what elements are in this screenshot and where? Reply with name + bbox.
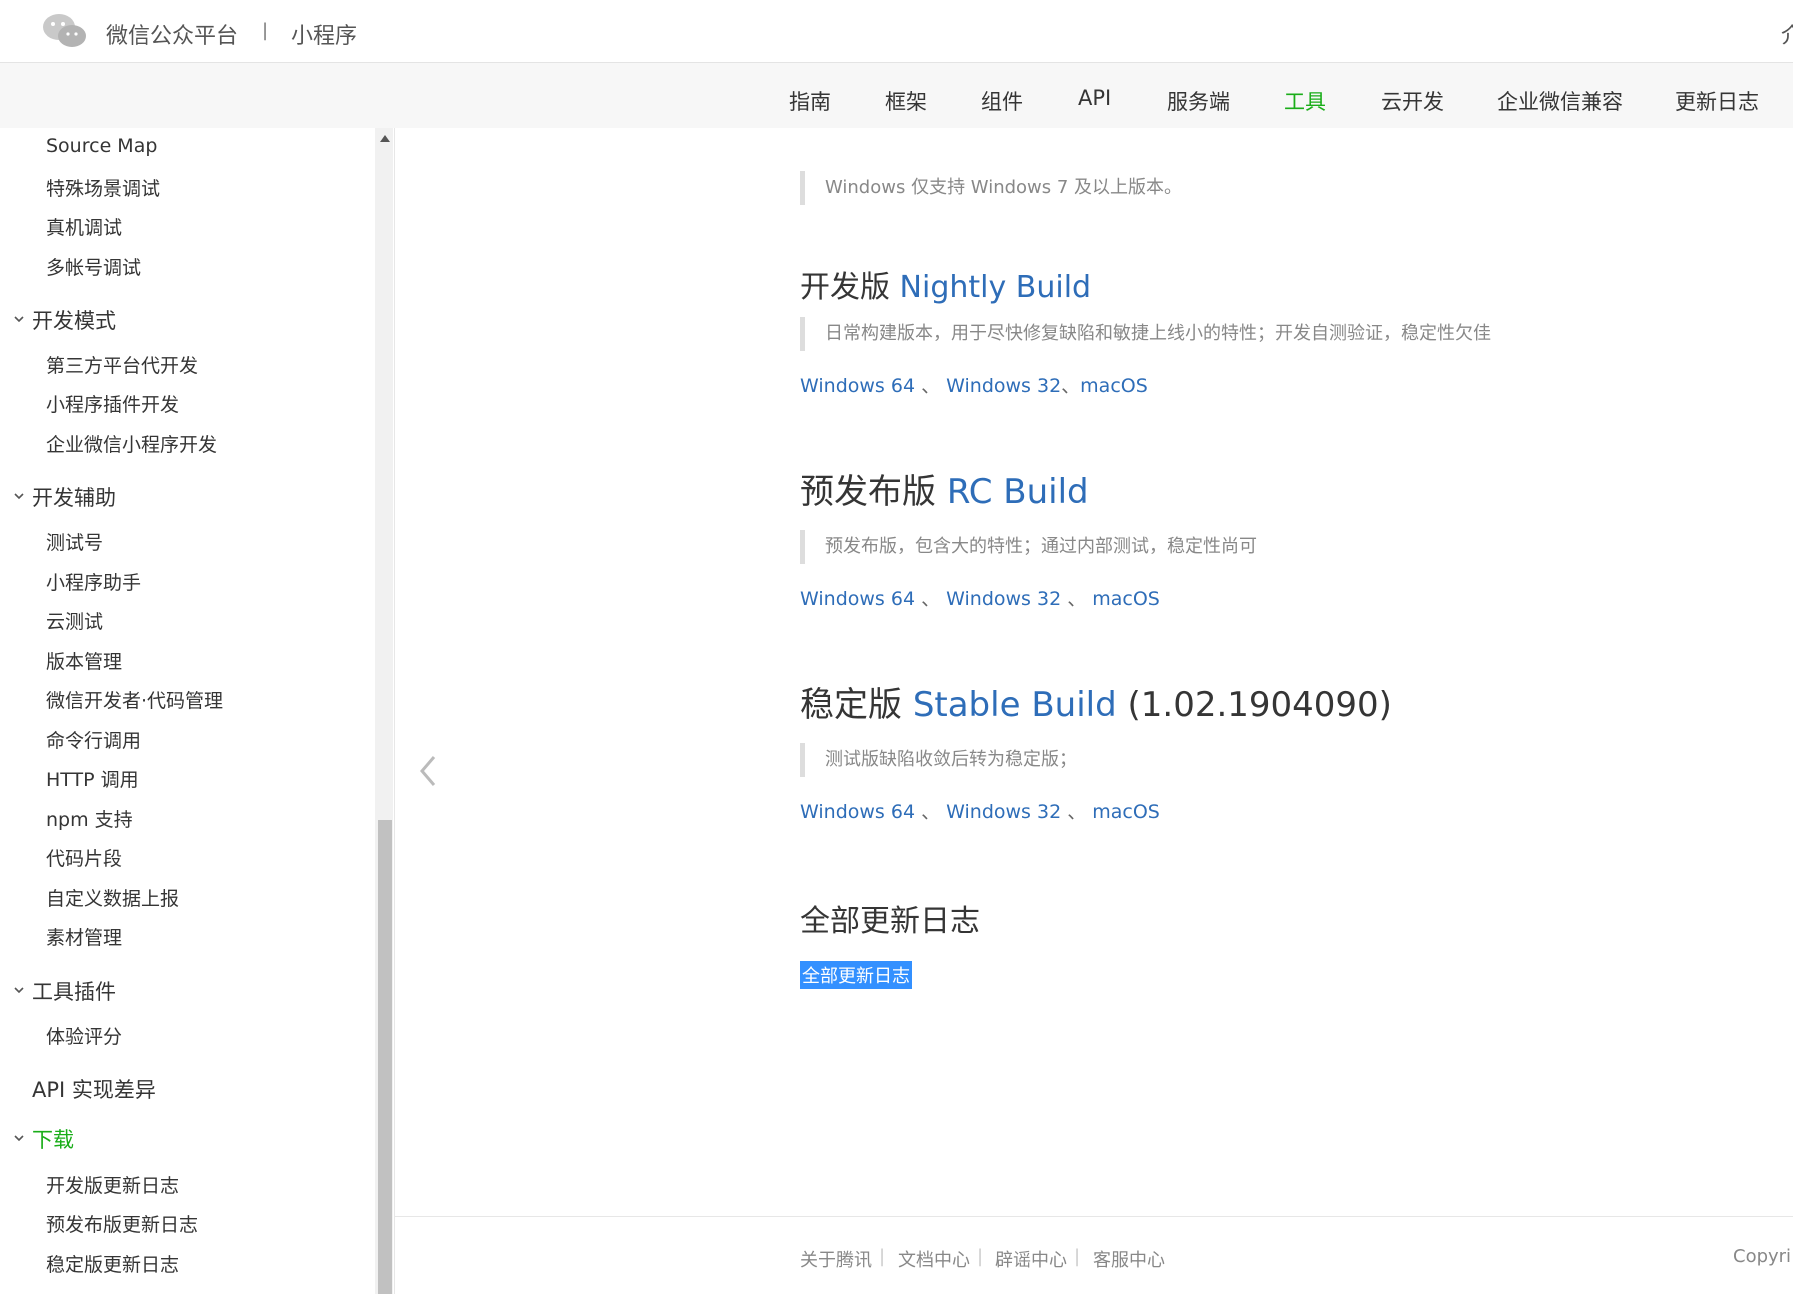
wechat-logo-icon[interactable] xyxy=(42,12,88,50)
nav-wecom-compat[interactable]: 企业微信兼容 xyxy=(1497,86,1623,116)
nav-server[interactable]: 服务端 xyxy=(1167,86,1230,116)
sidebar-group-tool-plugins[interactable]: 工具插件 xyxy=(32,976,116,1006)
sidebar-divider xyxy=(394,128,395,1294)
chevron-down-icon[interactable] xyxy=(12,312,26,326)
prev-page-arrow-icon[interactable] xyxy=(416,753,440,789)
sidebar-group-dev-assist[interactable]: 开发辅助 xyxy=(32,482,116,512)
link-separator: 、 xyxy=(915,588,947,610)
sidebar-item-source-map[interactable]: Source Map xyxy=(46,135,157,157)
top-header: 微信公众平台 | 小程序 介 xyxy=(0,0,1793,63)
stable-version: (1.02.1904090) xyxy=(1127,685,1392,725)
sidebar-item-cli[interactable]: 命令行调用 xyxy=(46,726,141,753)
nightly-win32-link[interactable]: Windows 32 xyxy=(946,375,1061,397)
nightly-win64-link[interactable]: Windows 64 xyxy=(800,375,915,397)
sidebar-item-test-account[interactable]: 测试号 xyxy=(46,528,103,555)
brand-title[interactable]: 微信公众平台 xyxy=(106,18,238,50)
sidebar-item-special-debug[interactable]: 特殊场景调试 xyxy=(46,174,160,201)
stable-heading: 稳定版 Stable Build (1.02.1904090) xyxy=(800,677,1392,726)
nav-guide[interactable]: 指南 xyxy=(789,86,831,116)
rc-heading-cn: 预发布版 xyxy=(800,472,936,512)
link-separator: 、 xyxy=(1061,801,1093,823)
footer-service-center[interactable]: 客服中心 xyxy=(1093,1246,1165,1272)
stable-win64-link[interactable]: Windows 64 xyxy=(800,801,915,823)
sidebar-group-download[interactable]: 下载 xyxy=(32,1124,74,1154)
stable-desc: 测试版缺陷收敛后转为稳定版； xyxy=(800,743,1077,777)
rc-desc: 预发布版，包含大的特性；通过内部测试，稳定性尚可 xyxy=(800,530,1257,564)
sidebar-item-custom-report[interactable]: 自定义数据上报 xyxy=(46,884,179,911)
nightly-heading: 开发版 Nightly Build xyxy=(800,262,1091,306)
sidebar-item-device-debug[interactable]: 真机调试 xyxy=(46,213,122,240)
nav-framework[interactable]: 框架 xyxy=(885,86,927,116)
sidebar-item-stable-log[interactable]: 稳定版更新日志 xyxy=(46,1250,179,1277)
nav-cloud-dev[interactable]: 云开发 xyxy=(1381,86,1444,116)
nav-api[interactable]: API xyxy=(1078,86,1111,110)
sidebar-item-http-call[interactable]: HTTP 调用 xyxy=(46,765,139,792)
footer-copyright: Copyri xyxy=(1733,1246,1792,1267)
sidebar-item-rc-log[interactable]: 预发布版更新日志 xyxy=(46,1210,198,1237)
link-separator: 、 xyxy=(915,375,947,397)
sidebar-item-version-mgmt[interactable]: 版本管理 xyxy=(46,647,122,674)
nightly-heading-cn: 开发版 xyxy=(800,270,890,305)
rc-macos-link[interactable]: macOS xyxy=(1092,588,1160,610)
rc-win64-link[interactable]: Windows 64 xyxy=(800,588,915,610)
footer-divider xyxy=(395,1216,1793,1217)
all-log-link-selected[interactable]: 全部更新日志 xyxy=(800,961,912,989)
nightly-download-links: Windows 64 、 Windows 32、macOS xyxy=(800,371,1148,398)
sidebar-item-experience-score[interactable]: 体验评分 xyxy=(46,1022,122,1049)
brand-separator: | xyxy=(262,20,269,41)
stable-heading-cn: 稳定版 xyxy=(800,685,902,725)
sidebar-item-snippets[interactable]: 代码片段 xyxy=(46,844,122,871)
footer-separator: | xyxy=(977,1246,984,1267)
nightly-heading-en: Nightly Build xyxy=(899,270,1092,305)
sidebar-item-api-diff[interactable]: API 实现差异 xyxy=(32,1074,156,1104)
nightly-desc: 日常构建版本，用于尽快修复缺陷和敏捷上线小的特性；开发自测验证，稳定性欠佳 xyxy=(800,317,1491,351)
sidebar-item-code-mgmt[interactable]: 微信开发者·代码管理 xyxy=(46,686,223,713)
sidebar-item-asset-mgmt[interactable]: 素材管理 xyxy=(46,923,122,950)
sidebar-item-cloud-test[interactable]: 云测试 xyxy=(46,607,103,634)
nav-changelog[interactable]: 更新日志 xyxy=(1675,86,1759,116)
nav-tools[interactable]: 工具 xyxy=(1284,86,1326,116)
main-nav: 指南 框架 组件 API 服务端 工具 云开发 企业微信兼容 更新日志 xyxy=(0,63,1793,128)
stable-heading-en: Stable Build xyxy=(912,685,1117,725)
rc-download-links: Windows 64 、 Windows 32 、 macOS xyxy=(800,584,1160,611)
footer-separator: | xyxy=(879,1246,886,1267)
link-separator: 、 xyxy=(915,801,947,823)
stable-win32-link[interactable]: Windows 32 xyxy=(946,801,1061,823)
nightly-macos-link[interactable]: macOS xyxy=(1080,375,1148,397)
chevron-down-icon[interactable] xyxy=(12,1131,26,1145)
chevron-down-icon[interactable] xyxy=(12,489,26,503)
nav-components[interactable]: 组件 xyxy=(981,86,1023,116)
sidebar-item-nightly-log[interactable]: 开发版更新日志 xyxy=(46,1171,179,1198)
sidebar-item-multi-account-debug[interactable]: 多帐号调试 xyxy=(46,253,141,280)
stable-download-links: Windows 64 、 Windows 32 、 macOS xyxy=(800,797,1160,824)
rc-win32-link[interactable]: Windows 32 xyxy=(946,588,1061,610)
sidebar-item-third-party-dev[interactable]: 第三方平台代开发 xyxy=(46,351,198,378)
rc-heading: 预发布版 RC Build xyxy=(800,464,1089,513)
sidebar: Source Map 特殊场景调试 真机调试 多帐号调试 开发模式 第三方平台代… xyxy=(0,128,394,1294)
top-right-cut-text[interactable]: 介 xyxy=(1781,18,1793,50)
brand-subtitle[interactable]: 小程序 xyxy=(291,18,357,50)
sidebar-item-miniapp-assistant[interactable]: 小程序助手 xyxy=(46,568,141,595)
footer-separator: | xyxy=(1074,1246,1081,1267)
sidebar-item-plugin-dev[interactable]: 小程序插件开发 xyxy=(46,390,179,417)
sidebar-item-wecom-miniapp-dev[interactable]: 企业微信小程序开发 xyxy=(46,430,217,457)
link-separator: 、 xyxy=(1061,588,1093,610)
all-log-heading: 全部更新日志 xyxy=(800,904,980,939)
windows-support-note: Windows 仅支持 Windows 7 及以上版本。 xyxy=(800,171,1182,205)
footer-rumor-center[interactable]: 辟谣中心 xyxy=(995,1246,1067,1272)
scroll-up-arrow-icon[interactable] xyxy=(380,135,390,142)
stable-macos-link[interactable]: macOS xyxy=(1092,801,1160,823)
footer-doc-center[interactable]: 文档中心 xyxy=(898,1246,970,1272)
rc-heading-en: RC Build xyxy=(946,472,1089,512)
footer-about-tencent[interactable]: 关于腾讯 xyxy=(800,1246,872,1272)
sidebar-item-npm[interactable]: npm 支持 xyxy=(46,805,133,832)
chevron-down-icon[interactable] xyxy=(12,983,26,997)
link-separator: 、 xyxy=(1061,375,1081,397)
sidebar-group-dev-mode[interactable]: 开发模式 xyxy=(32,305,116,335)
sidebar-scroll-thumb[interactable] xyxy=(378,820,392,1294)
